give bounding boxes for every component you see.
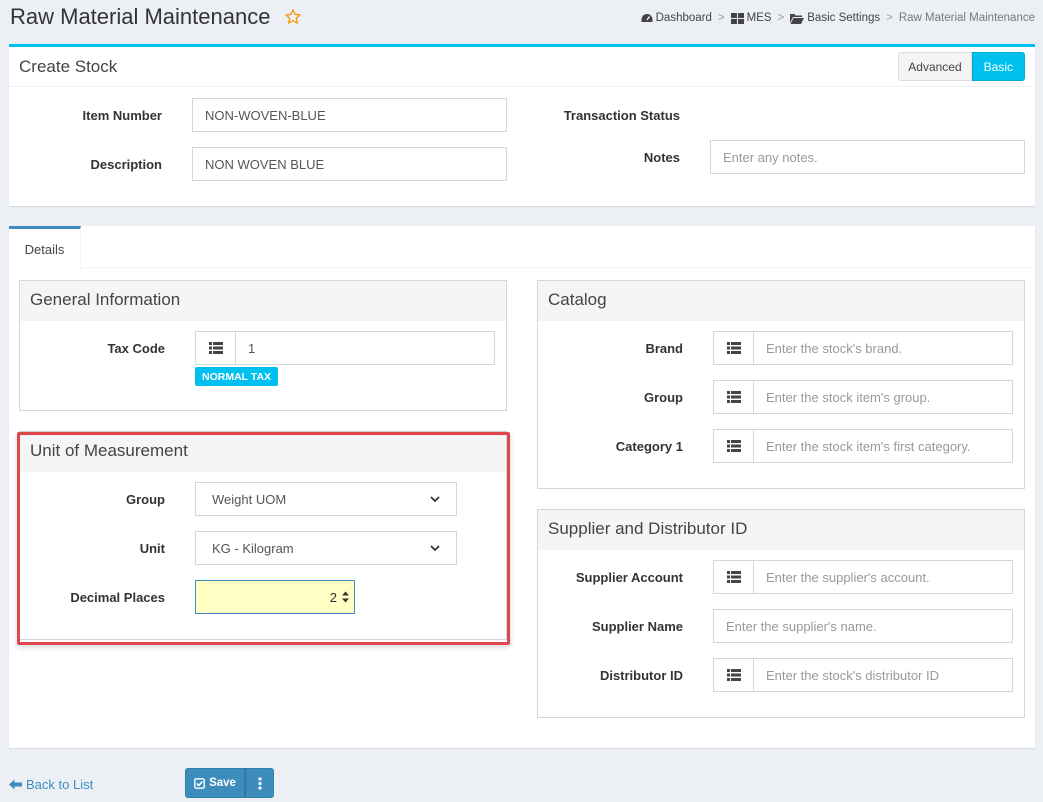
supplier-name-placeholder: Enter the supplier's name. [726, 618, 877, 634]
category-field[interactable]: Enter the stock item's first category. [753, 429, 1013, 463]
general-information-title: General Information [30, 290, 181, 309]
breadcrumb-dashboard-label: Dashboard [655, 12, 712, 24]
breadcrumb-separator: > [777, 12, 785, 24]
brand-lookup-button[interactable] [713, 331, 753, 365]
description-value: NON WOVEN BLUE [205, 156, 325, 172]
category-input-group: Enter the stock item's first category. [713, 429, 1013, 463]
supplier-account-placeholder: Enter the supplier's account. [766, 569, 930, 585]
category-label: Category 1 [615, 439, 683, 454]
basic-button[interactable]: Basic [971, 52, 1025, 81]
tax-code-label: Tax Code [107, 341, 165, 356]
save-button-group: Save [185, 768, 274, 798]
distributor-id-label: Distributor ID [599, 668, 683, 683]
brand-field[interactable]: Enter the stock's brand. [753, 331, 1013, 365]
star-icon[interactable] [284, 8, 302, 26]
create-stock-title: Create Stock [19, 57, 118, 76]
tax-code-input-group: 1 [195, 331, 495, 365]
distributor-id-placeholder: Enter the stock's distributor ID [766, 667, 939, 683]
item-number-label: Item Number [82, 108, 162, 123]
notes-label: Notes [643, 150, 680, 165]
tax-code-value: 1 [248, 340, 256, 356]
check-square-icon [194, 777, 205, 789]
tab-bar: Details [9, 226, 1035, 269]
vertical-ellipsis-icon [257, 776, 262, 790]
list-icon [726, 342, 741, 354]
back-to-list-label: Back to List [26, 777, 94, 792]
breadcrumb-mes-label: MES [746, 12, 772, 24]
breadcrumb-mes[interactable]: MES [730, 12, 772, 24]
supplier-account-label: Supplier Account [575, 570, 683, 585]
catalog-group-placeholder: Enter the stock item's group. [766, 389, 931, 405]
supplier-account-field[interactable]: Enter the supplier's account. [753, 560, 1013, 594]
folder-icon [790, 13, 805, 24]
tax-code-lookup-button[interactable] [195, 331, 235, 365]
breadcrumb: Dashboard > MES > Basic Settings > Raw M… [641, 12, 1035, 24]
breadcrumb-basic-settings-label: Basic Settings [807, 12, 881, 24]
description-label: Description [90, 157, 162, 172]
save-button[interactable]: Save [185, 768, 245, 798]
transaction-status-label: Transaction Status [563, 108, 680, 123]
distributor-id-field[interactable]: Enter the stock's distributor ID [753, 658, 1013, 692]
notes-field[interactable]: Enter any notes. [710, 140, 1025, 174]
list-icon [726, 391, 741, 403]
create-stock-box: Create Stock Advanced Basic [9, 44, 1035, 206]
item-number-value: NON-WOVEN-BLUE [205, 107, 326, 123]
catalog-group-lookup-button[interactable] [713, 380, 753, 414]
catalog-group-label: Group [644, 390, 683, 405]
supplier-title: Supplier and Distributor ID [548, 519, 748, 538]
tab-details[interactable]: Details [9, 226, 81, 269]
distributor-id-lookup-button[interactable] [713, 658, 753, 692]
supplier-header: Supplier and Distributor ID [538, 510, 1024, 550]
list-icon [726, 571, 741, 583]
description-field[interactable]: NON WOVEN BLUE [192, 147, 507, 181]
breadcrumb-separator: > [886, 12, 893, 24]
item-number-field[interactable]: NON-WOVEN-BLUE [192, 98, 507, 132]
arrow-left-icon [9, 779, 22, 790]
catalog-group-field[interactable]: Enter the stock item's group. [753, 380, 1013, 414]
catalog-header: Catalog [538, 281, 1024, 321]
list-icon [208, 342, 223, 354]
supplier-account-lookup-button[interactable] [713, 560, 753, 594]
breadcrumb-current: Raw Material Maintenance [898, 12, 1035, 24]
tax-code-field[interactable]: 1 [235, 331, 495, 365]
highlight-box [17, 432, 510, 645]
catalog-group-input-group: Enter the stock item's group. [713, 380, 1013, 414]
brand-label: Brand [645, 341, 683, 356]
breadcrumb-basic-settings[interactable]: Basic Settings [790, 12, 880, 24]
page-title: Raw Material Maintenance [10, 4, 271, 29]
supplier-name-field[interactable]: Enter the supplier's name. [713, 609, 1013, 643]
brand-input-group: Enter the stock's brand. [713, 331, 1013, 365]
breadcrumb-dashboard[interactable]: Dashboard [641, 12, 712, 24]
list-icon [726, 669, 741, 681]
save-label: Save [209, 777, 236, 789]
list-icon [726, 440, 741, 452]
notes-placeholder: Enter any notes. [723, 149, 818, 165]
category-placeholder: Enter the stock item's first category. [766, 438, 971, 454]
dashboard-icon [641, 13, 653, 22]
save-options-button[interactable] [245, 768, 274, 798]
supplier-account-input-group: Enter the supplier's account. [713, 560, 1013, 594]
advanced-button[interactable]: Advanced [898, 52, 972, 81]
general-information-header: General Information [20, 281, 506, 321]
grid-icon [730, 12, 744, 24]
create-stock-header: Create Stock Advanced Basic [9, 47, 1035, 87]
brand-placeholder: Enter the stock's brand. [766, 340, 903, 356]
supplier-name-label: Supplier Name [591, 619, 683, 634]
tax-status-badge: NORMAL TAX [195, 367, 279, 386]
category-lookup-button[interactable] [713, 429, 753, 463]
distributor-id-input-group: Enter the stock's distributor ID [713, 658, 1013, 692]
back-to-list-link[interactable]: Back to List [9, 777, 93, 792]
breadcrumb-separator: > [717, 12, 725, 24]
mode-toggle: Advanced Basic [898, 52, 1025, 81]
catalog-title: Catalog [548, 290, 607, 309]
